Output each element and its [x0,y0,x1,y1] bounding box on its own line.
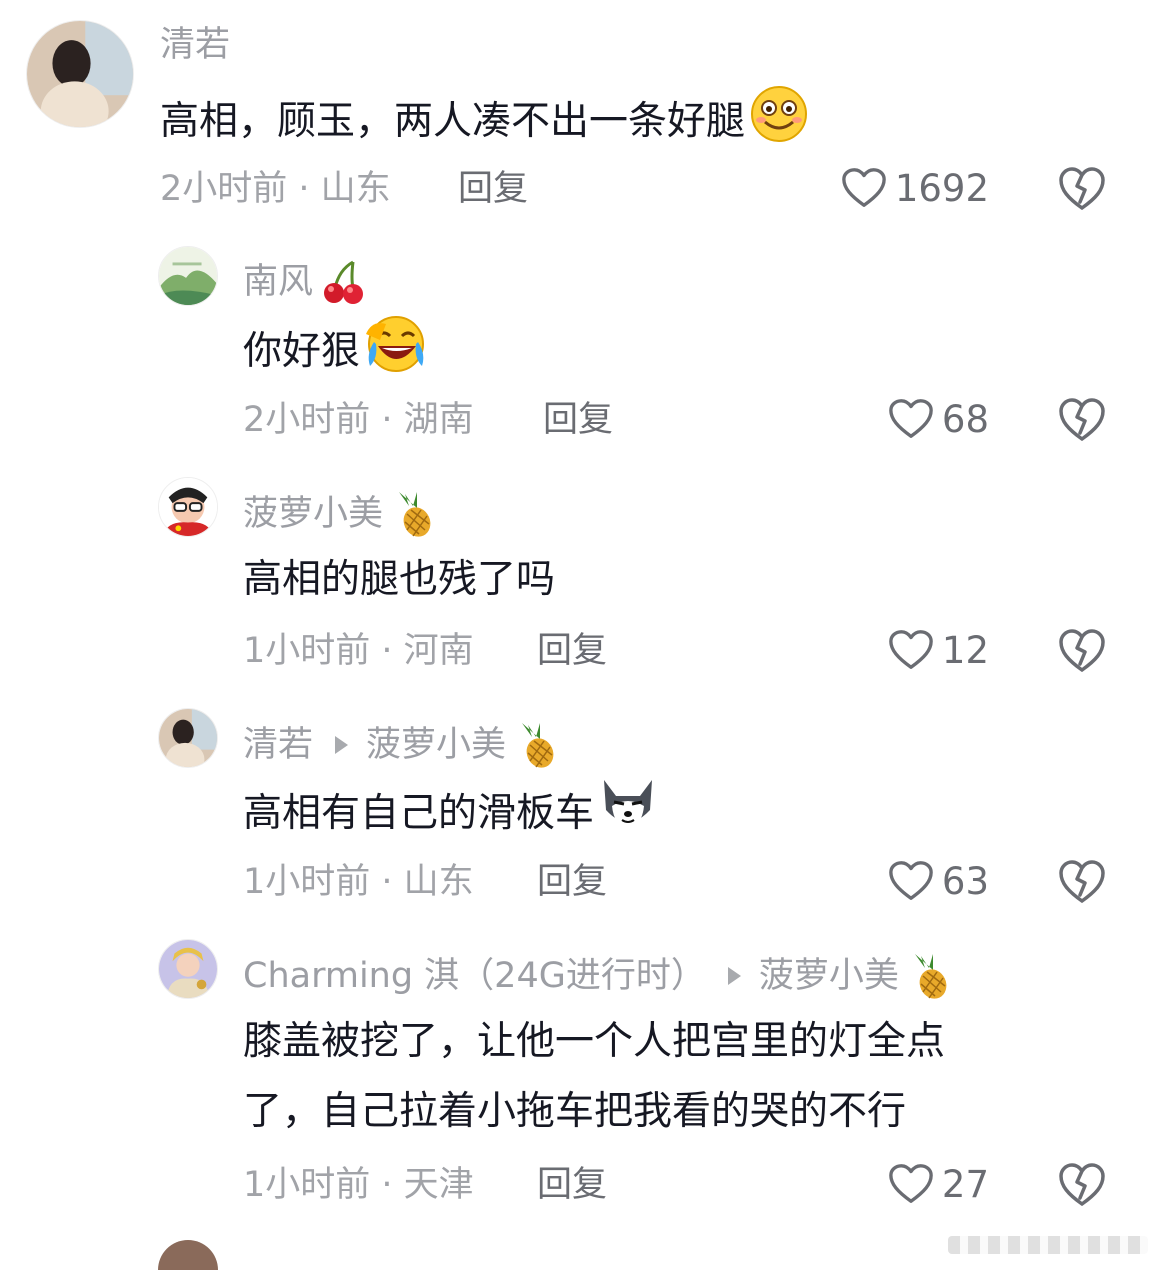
laugh-cry-emoji [364,314,425,374]
comment-text-content: 高相的腿也残了吗 [243,557,556,602]
comment-meta: 2小时前 · 湖南 [243,400,474,440]
heart-icon[interactable] [888,1162,934,1206]
reply-arrow-icon [335,736,349,754]
reply-to-username[interactable]: 菠萝小美 [366,727,506,763]
pineapple-emoji [514,721,558,769]
comment-text-line: 了，自己拉着小拖车把我看的哭的不行 [243,1089,907,1134]
like-count: 12 [941,628,989,672]
username[interactable]: 菠萝小美 [243,490,435,538]
watermark [948,1236,1148,1254]
husky-emoji [598,776,658,836]
comment-text: 高相有自己的滑板车 [243,776,658,849]
reply-to-username[interactable]: 菠萝小美 [759,958,899,994]
reply-arrow-icon [727,967,741,985]
comment-text: 你好狠 [243,314,425,387]
reply-button[interactable]: 回复 [537,865,607,900]
username-text[interactable]: 清若 [160,28,230,63]
like-count: 1692 [894,166,989,210]
comment-meta: 1小时前 · 山东 [243,862,474,902]
comment-meta: 2小时前 · 山东 [160,169,391,209]
avatar[interactable] [158,708,218,768]
comment-text: 了，自己拉着小拖车把我看的哭的不行 [243,1077,906,1147]
broken-heart-icon[interactable] [1058,1162,1106,1208]
avatar[interactable] [158,246,218,306]
like-count: 63 [941,859,989,903]
like-button[interactable]: 27 [888,1162,989,1206]
avatar[interactable] [158,939,218,999]
pineapple-emoji [907,952,951,1000]
username[interactable]: Charming 淇（24G进行时） 菠萝小美 [243,952,951,1000]
comment-text-line: 膝盖被挖了，让他一个人把宫里的灯全点 [243,1019,946,1064]
broken-heart-icon[interactable] [1058,628,1106,674]
like-button[interactable]: 68 [888,397,989,441]
username[interactable]: 南风 [243,258,365,306]
like-count: 68 [941,397,989,441]
comment-text-content: 高相，顾玉，两人凑不出一条好腿 [160,99,746,144]
username[interactable]: 清若 菠萝小美 [243,721,558,769]
comment-meta: 1小时前 · 天津 [243,1165,474,1205]
broken-heart-icon[interactable] [1058,397,1106,443]
username-text[interactable]: 菠萝小美 [243,496,383,532]
reply-button[interactable]: 回复 [543,403,613,438]
like-button[interactable]: 63 [888,859,989,903]
heart-icon[interactable] [888,628,934,672]
like-button[interactable]: 12 [888,628,989,672]
comment-text: 膝盖被挖了，让他一个人把宫里的灯全点 [243,1007,945,1077]
heart-icon[interactable] [888,859,934,903]
pineapple-emoji [391,490,435,538]
reply-button[interactable]: 回复 [537,1168,607,1203]
heart-icon[interactable] [888,397,934,441]
grin-emoji [749,84,809,144]
cherry-emoji [321,258,365,306]
heart-icon[interactable] [841,166,887,210]
broken-heart-icon[interactable] [1058,859,1106,905]
reply-button[interactable]: 回复 [458,172,528,207]
avatar[interactable] [26,20,134,128]
comment-text-content: 你好狠 [243,329,361,374]
username[interactable]: 清若 [160,28,230,63]
avatar[interactable] [158,1240,218,1270]
like-button[interactable]: 1692 [841,166,989,210]
comment-meta: 1小时前 · 河南 [243,631,474,671]
comment-text: 高相的腿也残了吗 [243,545,555,615]
like-count: 27 [941,1162,989,1206]
username-text[interactable]: 清若 [243,727,313,763]
comment-text: 高相，顾玉，两人凑不出一条好腿 [160,84,809,157]
broken-heart-icon[interactable] [1058,166,1106,212]
avatar[interactable] [158,477,218,537]
comment-text-content: 高相有自己的滑板车 [243,791,595,836]
username-text[interactable]: 南风 [243,264,313,300]
reply-button[interactable]: 回复 [537,634,607,669]
username-text[interactable]: Charming 淇（24G进行时） [243,958,706,994]
